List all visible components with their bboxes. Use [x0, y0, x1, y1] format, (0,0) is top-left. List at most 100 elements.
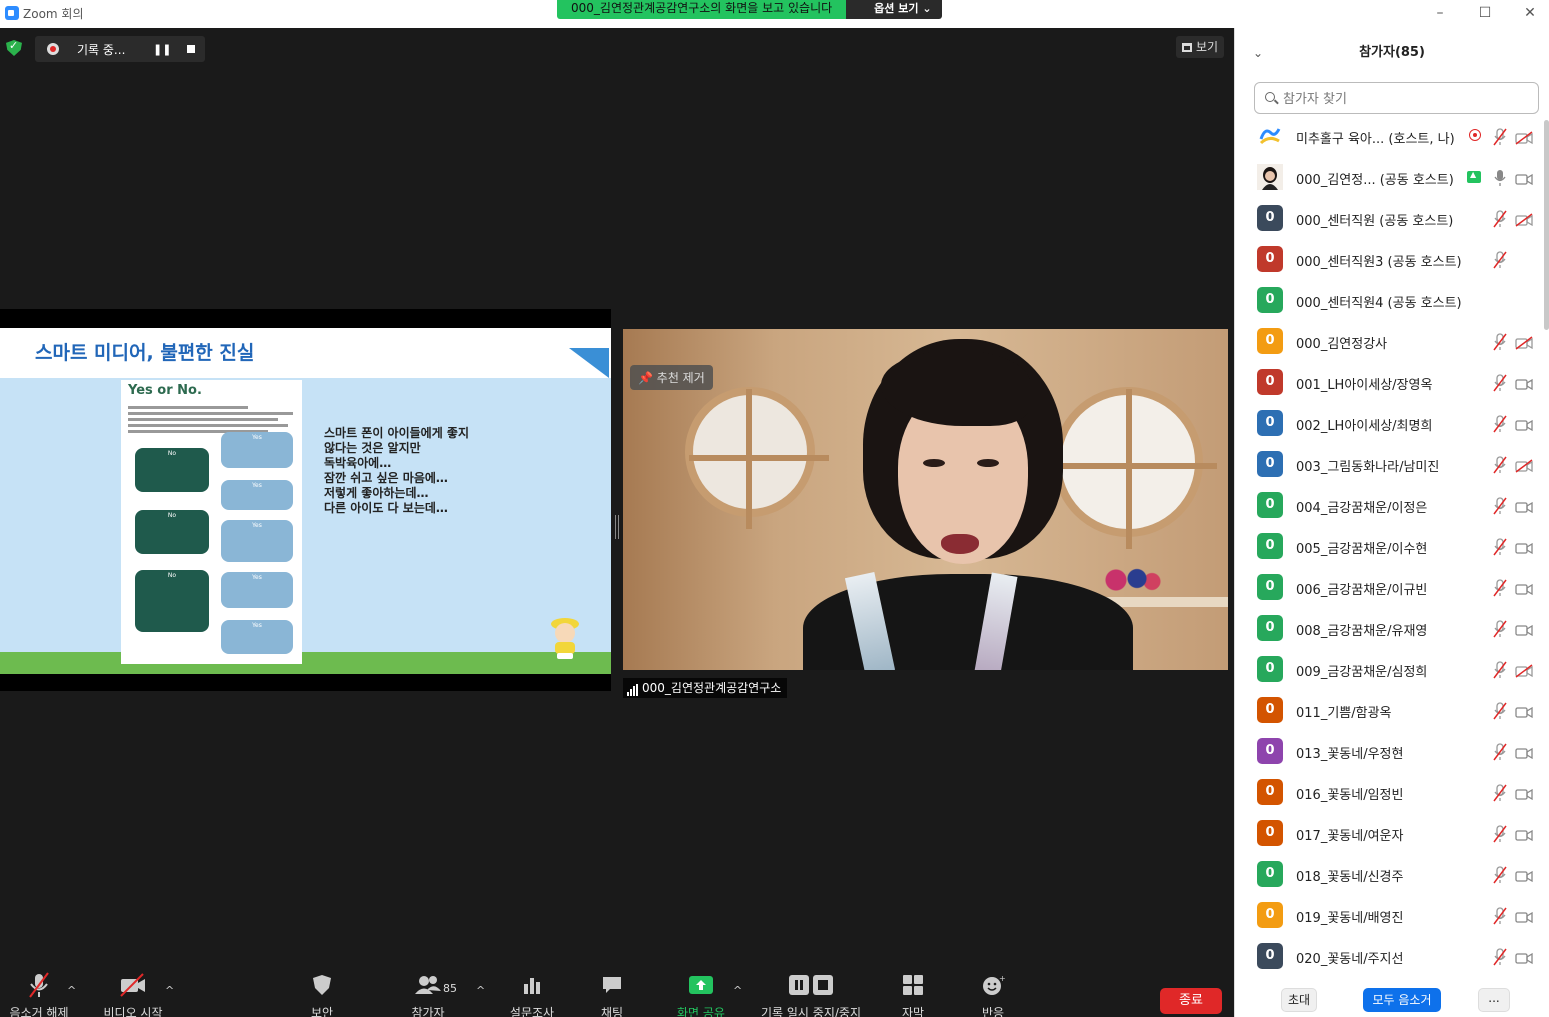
chat-button[interactable]: 채팅 [590, 970, 634, 1017]
participant-row[interactable]: 0 009_금강꿈채운/심정희 [1235, 649, 1540, 690]
end-meeting-button[interactable]: 종료 [1160, 988, 1222, 1014]
split-view-handle[interactable] [615, 515, 619, 539]
mic-muted-icon[interactable] [1493, 907, 1507, 925]
minimize-button[interactable]: – [1430, 4, 1450, 22]
mic-muted-icon[interactable] [1493, 415, 1507, 433]
mic-icon[interactable] [1493, 169, 1507, 187]
camera-icon[interactable] [1515, 868, 1533, 883]
mic-muted-icon[interactable] [1493, 128, 1507, 146]
start-video-button[interactable]: 비디오 시작 [96, 970, 170, 1017]
mic-muted-icon[interactable] [1493, 620, 1507, 638]
camera-icon[interactable] [1515, 786, 1533, 801]
pause-recording-icon[interactable]: ❚❚ [153, 43, 171, 56]
mic-muted-icon[interactable] [1493, 497, 1507, 515]
participant-list-scrollbar[interactable] [1544, 120, 1549, 330]
unmute-button[interactable]: 음소거 해제 [4, 970, 74, 1017]
participant-search-input[interactable]: 참가자 찾기 [1254, 82, 1539, 114]
camera-icon[interactable] [1515, 581, 1533, 596]
remove-spotlight-button[interactable]: 📌 추천 제거 [630, 365, 713, 390]
mic-muted-icon[interactable] [1493, 333, 1507, 351]
participant-avatar: 0 [1257, 574, 1283, 600]
video-options-caret[interactable]: ^ [165, 984, 174, 997]
share-screen-button[interactable]: 화면 공유 [668, 970, 734, 1017]
camera-icon[interactable] [1515, 417, 1533, 432]
participant-avatar: 0 [1257, 779, 1283, 805]
camera-off-icon[interactable] [1515, 663, 1533, 678]
mic-muted-icon[interactable] [1493, 825, 1507, 843]
share-options-caret[interactable]: ^ [733, 984, 742, 997]
participants-options-caret[interactable]: ^ [476, 984, 485, 997]
close-button[interactable]: ✕ [1520, 4, 1540, 22]
security-button[interactable]: 보안 [296, 970, 348, 1017]
view-options-button[interactable]: 옵션 보기 ⌄ [846, 0, 942, 19]
participant-row[interactable]: 0 000_센터직원3 (공동 호스트) [1235, 239, 1540, 280]
mic-muted-icon[interactable] [1493, 743, 1507, 761]
camera-icon[interactable] [1515, 704, 1533, 719]
participant-row[interactable]: 0 006_금강꿈채운/이규빈 [1235, 567, 1540, 608]
participant-row[interactable]: 0 013_꽃동네/우정현 [1235, 731, 1540, 772]
mic-muted-icon[interactable] [1493, 702, 1507, 720]
pause-stop-recording-button[interactable]: 기록 일시 중지/중지 [756, 970, 866, 1017]
stop-recording-icon[interactable] [187, 45, 196, 53]
reactions-button[interactable]: + 반응 [972, 970, 1014, 1017]
mic-muted-icon[interactable] [1493, 538, 1507, 556]
maximize-button[interactable]: ☐ [1475, 4, 1495, 22]
camera-icon[interactable] [1515, 540, 1533, 555]
invite-button[interactable]: 초대 [1281, 988, 1317, 1012]
mute-all-button[interactable]: 모두 음소거 [1363, 988, 1441, 1012]
share-screen-icon [689, 976, 713, 994]
participant-row[interactable]: 000_김연정... (공동 호스트) [1235, 157, 1540, 198]
participant-row[interactable]: 0 003_그림동화나라/남미진 [1235, 444, 1540, 485]
participant-row[interactable]: 0 020_꽃동네/주지선 [1235, 936, 1540, 974]
camera-off-icon[interactable] [1515, 458, 1533, 473]
mic-muted-icon[interactable] [1493, 374, 1507, 392]
audio-options-caret[interactable]: ^ [67, 984, 76, 997]
camera-icon[interactable] [1515, 827, 1533, 842]
poll-label: 설문조사 [509, 1006, 555, 1017]
camera-icon[interactable] [1515, 171, 1533, 186]
child-illustration [551, 618, 579, 659]
camera-icon[interactable] [1515, 499, 1533, 514]
camera-icon[interactable] [1515, 950, 1533, 965]
mic-muted-icon[interactable] [1493, 210, 1507, 228]
mic-muted-icon[interactable] [1493, 948, 1507, 966]
speaker-video[interactable] [623, 329, 1228, 670]
mic-muted-icon[interactable] [1493, 661, 1507, 679]
camera-icon[interactable] [1515, 376, 1533, 391]
participant-row[interactable]: 0 018_꽃동네/신경주 [1235, 854, 1540, 895]
participant-row[interactable]: 0 019_꽃동네/배영진 [1235, 895, 1540, 936]
participant-row[interactable]: 0 004_금강꿈채운/이정은 [1235, 485, 1540, 526]
participant-row[interactable]: 0 000_김연정강사 [1235, 321, 1540, 362]
mic-muted-icon[interactable] [1493, 866, 1507, 884]
camera-icon[interactable] [1515, 745, 1533, 760]
shared-screen[interactable]: 스마트 미디어, 불편한 진실 Yes or No. No No No Yes … [0, 309, 611, 691]
caption-grid-icon [903, 975, 923, 995]
participant-row[interactable]: 0 005_금강꿈채운/이수현 [1235, 526, 1540, 567]
camera-off-icon[interactable] [1515, 335, 1533, 350]
participant-row[interactable]: 0 008_금강꿈채운/유재영 [1235, 608, 1540, 649]
participant-row[interactable]: 0 000_센터직원 (공동 호스트) [1235, 198, 1540, 239]
participant-row[interactable]: 0 001_LH아이세상/장영옥 [1235, 362, 1540, 403]
more-options-button[interactable]: ... [1478, 988, 1510, 1012]
participant-row[interactable]: 0 000_센터직원4 (공동 호스트) [1235, 280, 1540, 321]
participants-panel-title: 참가자(85) [1359, 45, 1425, 60]
mic-muted-icon[interactable] [1493, 456, 1507, 474]
camera-icon[interactable] [1515, 622, 1533, 637]
camera-off-icon[interactable] [1515, 130, 1533, 145]
pin-icon: 📌 [638, 371, 653, 385]
participant-row[interactable]: 0 017_꽃동네/여운자 [1235, 813, 1540, 854]
camera-icon[interactable] [1515, 909, 1533, 924]
mic-muted-icon[interactable] [1493, 784, 1507, 802]
participant-row[interactable]: 미추홀구 육아... (호스트, 나) [1235, 116, 1540, 157]
camera-off-icon[interactable] [1515, 212, 1533, 227]
mic-muted-icon[interactable] [1493, 251, 1507, 269]
mic-muted-icon[interactable] [1493, 579, 1507, 597]
view-button[interactable]: 보기 [1176, 36, 1225, 58]
participant-row[interactable]: 0 016_꽃동네/임정빈 [1235, 772, 1540, 813]
encryption-shield-icon[interactable] [6, 40, 22, 56]
participant-row[interactable]: 0 002_LH아이세상/최명희 [1235, 403, 1540, 444]
poll-button[interactable]: 설문조사 [502, 970, 562, 1017]
participant-row[interactable]: 0 011_기쁨/함광옥 [1235, 690, 1540, 731]
caption-button[interactable]: 자막 [884, 970, 942, 1017]
chat-label: 채팅 [600, 1006, 624, 1017]
